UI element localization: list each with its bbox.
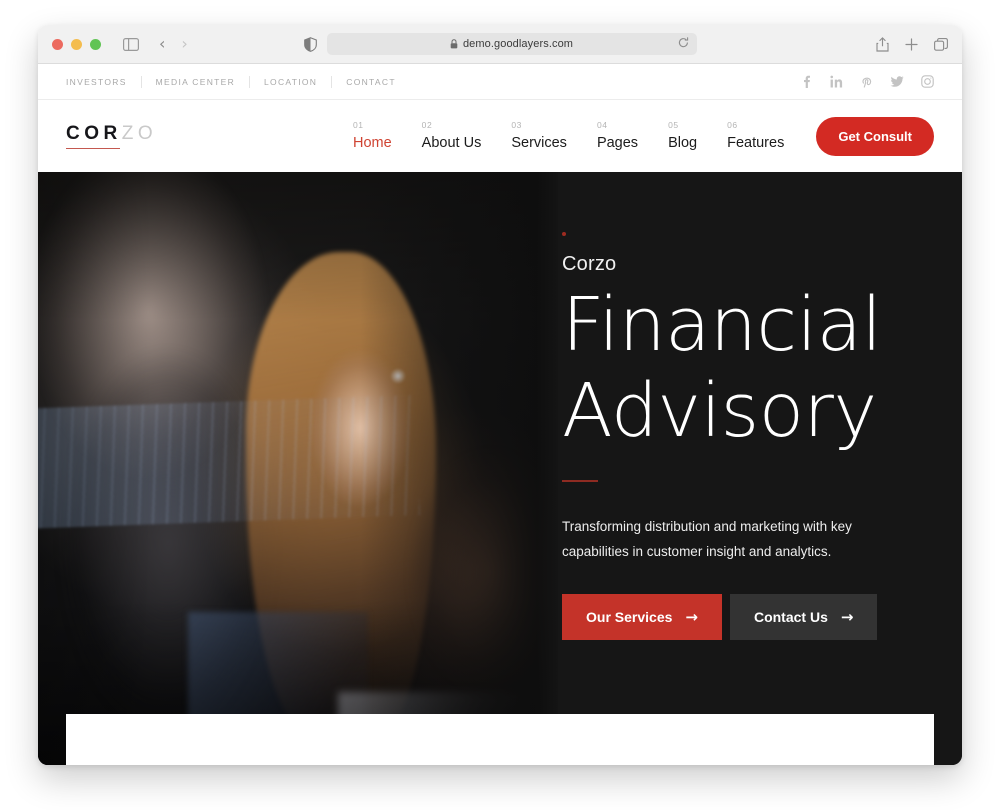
website-viewport: INVESTORS MEDIA CENTER LOCATION CONTACT [38, 64, 962, 765]
our-services-button[interactable]: Our Services → [562, 594, 722, 640]
shield-icon[interactable] [303, 36, 317, 52]
nav-label: Home [352, 135, 392, 151]
lock-icon [450, 39, 458, 49]
hero-content: Corzo Financial Advisory Transforming di… [562, 232, 942, 640]
back-icon[interactable]: ‹ [159, 36, 165, 52]
nav-label: Blog [668, 135, 698, 151]
pinterest-icon[interactable] [860, 75, 873, 88]
page-root: ‹ › demo.goodlayers.com INVESTORS MEDIA … [0, 0, 1000, 810]
hero-section: Corzo Financial Advisory Transforming di… [38, 172, 962, 765]
main-navigation: 01 Home 02 About Us 03 Services 04 Pages [353, 120, 784, 152]
twitter-icon[interactable] [890, 75, 904, 88]
nav-item-home[interactable]: 01 Home [353, 120, 392, 152]
hero-subtitle: Transforming distribution and marketing … [562, 519, 852, 559]
maximize-window-button[interactable] [90, 38, 101, 50]
nav-number: 06 [727, 120, 738, 130]
arrow-right-icon: → [840, 607, 854, 626]
hero-accent-dot [562, 232, 566, 236]
social-links [800, 75, 934, 88]
contact-us-label: Contact Us [753, 609, 828, 625]
hero-title-line2: Advisory [562, 368, 877, 454]
facebook-icon[interactable] [800, 75, 813, 88]
toolbar-right-actions [876, 36, 948, 52]
nav-label: Services [511, 135, 567, 151]
next-section-panel [66, 714, 934, 765]
nav-label: About Us [421, 135, 482, 151]
nav-number: 04 [596, 120, 608, 130]
nav-item-pages[interactable]: 04 Pages [597, 120, 638, 152]
tabs-overview-icon[interactable] [934, 37, 948, 51]
address-bar[interactable]: demo.goodlayers.com [326, 33, 697, 55]
photo-vignette [38, 172, 558, 765]
our-services-label: Our Services [586, 609, 673, 625]
nav-item-blog[interactable]: 05 Blog [668, 120, 697, 152]
contact-us-button[interactable]: Contact Us → [729, 594, 878, 640]
minimize-window-button[interactable] [71, 38, 82, 50]
nav-item-features[interactable]: 06 Features [727, 120, 784, 152]
nav-number: 02 [421, 120, 433, 130]
nav-number: 03 [511, 120, 522, 130]
hero-eyebrow: Corzo [562, 253, 617, 275]
nav-number: 01 [352, 120, 364, 130]
browser-nav-arrows: ‹ › [159, 36, 188, 52]
nav-item-about-us[interactable]: 02 About Us [422, 120, 482, 152]
hero-background-photo [38, 172, 558, 765]
reload-icon[interactable] [678, 35, 689, 53]
site-main-header: COR ZO 01 Home 02 About Us 03 Services 0… [38, 100, 962, 172]
hero-title-line1: Financial [562, 282, 882, 368]
nav-number: 05 [668, 120, 679, 130]
nav-item-services[interactable]: 03 Services [511, 120, 567, 152]
logo-text: COR ZO [66, 123, 157, 145]
logo-text-bold: COR [66, 122, 122, 144]
logo-underline [66, 147, 120, 150]
top-bar-links: INVESTORS MEDIA CENTER LOCATION CONTACT [66, 75, 396, 88]
arrow-right-icon: → [685, 607, 698, 626]
top-link-investors[interactable]: INVESTORS [66, 75, 142, 88]
window-controls [38, 38, 101, 50]
url-display: demo.goodlayers.com [450, 38, 573, 50]
close-window-button[interactable] [52, 38, 63, 50]
url-text: demo.goodlayers.com [462, 38, 574, 50]
new-tab-icon[interactable] [905, 37, 918, 51]
sidebar-toggle-icon[interactable] [123, 37, 139, 51]
get-consult-button[interactable]: Get Consult [816, 116, 934, 156]
top-link-location[interactable]: LOCATION [250, 75, 333, 88]
hero-button-group: Our Services → Contact Us → [562, 594, 942, 640]
nav-label: Pages [596, 135, 639, 151]
hero-divider [562, 480, 598, 482]
instagram-icon[interactable] [921, 75, 934, 88]
top-link-media-center[interactable]: MEDIA CENTER [142, 75, 251, 88]
browser-window: ‹ › demo.goodlayers.com INVESTORS MEDIA … [38, 25, 962, 765]
site-logo[interactable]: COR ZO [66, 123, 157, 150]
browser-toolbar: ‹ › demo.goodlayers.com [38, 25, 962, 64]
top-link-contact[interactable]: CONTACT [332, 76, 396, 88]
site-top-bar: INVESTORS MEDIA CENTER LOCATION CONTACT [38, 64, 962, 100]
logo-text-light: ZO [121, 122, 158, 144]
nav-label: Features [727, 135, 785, 151]
forward-icon[interactable]: › [181, 36, 187, 52]
linkedin-icon[interactable] [830, 75, 843, 88]
share-icon[interactable] [876, 36, 889, 52]
